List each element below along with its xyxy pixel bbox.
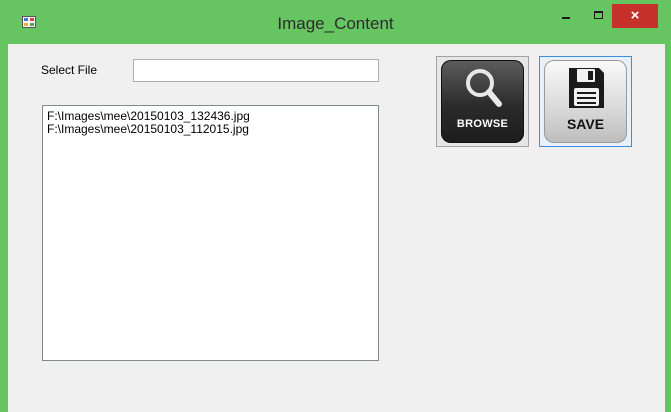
minimize-button[interactable] — [553, 4, 579, 28]
close-button[interactable]: × — [612, 4, 658, 28]
save-button-face: SAVE — [544, 60, 627, 143]
browse-button-face: BROWSE — [441, 60, 524, 143]
browse-button[interactable]: BROWSE — [436, 56, 529, 147]
window-frame-right — [665, 44, 671, 412]
browse-button-label: BROWSE — [456, 118, 509, 130]
maximize-icon — [594, 11, 603, 19]
floppy-disk-icon — [569, 68, 604, 108]
window-frame-left — [0, 44, 8, 412]
save-button-label: SAVE — [566, 116, 605, 132]
file-path-input[interactable] — [133, 59, 379, 82]
close-icon: × — [630, 7, 640, 24]
list-item[interactable]: F:\Images\mee\20150103_112015.jpg — [47, 123, 378, 136]
minimize-icon — [562, 17, 570, 19]
file-list[interactable]: F:\Images\mee\20150103_132436.jpg F:\Ima… — [42, 105, 379, 361]
select-file-label: Select File — [41, 63, 98, 77]
save-button[interactable]: SAVE — [539, 56, 632, 147]
search-icon — [466, 69, 502, 107]
title-bar[interactable]: Image_Content × — [0, 0, 671, 44]
app-window: Image_Content × Select File F:\Images\me… — [0, 0, 671, 412]
client-area: Select File F:\Images\mee\20150103_13243… — [8, 44, 665, 412]
maximize-button[interactable] — [586, 4, 612, 28]
